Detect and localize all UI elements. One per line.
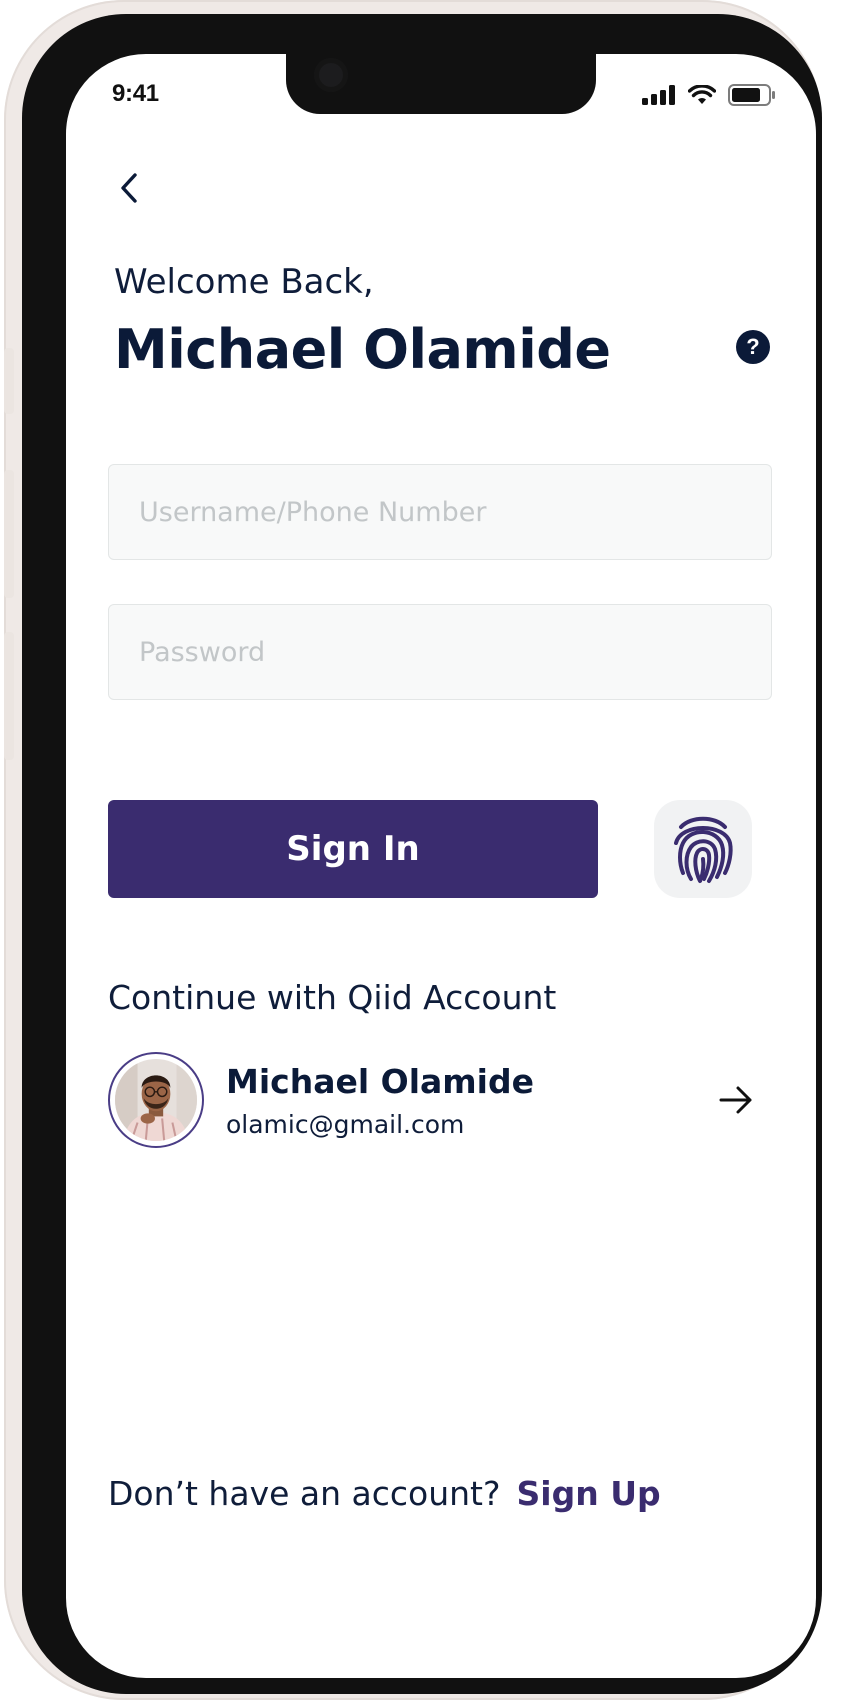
qiid-section-label: Continue with Qiid Account — [108, 978, 557, 1017]
chevron-left-icon — [121, 173, 137, 203]
phone-bezel: 9:41 Welcome Back, Michael Olamide ? Use… — [22, 14, 822, 1694]
account-email: olamic@gmail.com — [226, 1110, 465, 1139]
phone-screen: 9:41 Welcome Back, Michael Olamide ? Use… — [66, 54, 816, 1678]
page-title: Michael Olamide — [114, 318, 611, 381]
avatar — [108, 1052, 204, 1148]
qiid-account-item[interactable]: Michael Olamide olamic@gmail.com — [108, 1052, 776, 1156]
battery-icon — [728, 84, 776, 110]
status-time: 9:41 — [112, 80, 159, 107]
avatar-photo — [115, 1059, 197, 1141]
username-input[interactable] — [108, 464, 772, 560]
sign-in-button[interactable]: Sign In — [108, 800, 598, 898]
mute-switch — [4, 348, 14, 414]
cellular-signal-icon — [642, 85, 676, 109]
signup-prompt-text: Don’t have an account? — [108, 1474, 501, 1513]
question-mark-icon[interactable]: ? — [736, 330, 770, 364]
signup-prompt: Don’t have an account? Sign Up — [108, 1474, 661, 1513]
status-icons — [642, 84, 776, 110]
arrow-right-icon[interactable] — [718, 1084, 754, 1116]
back-button[interactable] — [114, 168, 144, 208]
notch — [286, 54, 596, 114]
front-camera — [314, 58, 348, 92]
phone-frame: 9:41 Welcome Back, Michael Olamide ? Use… — [4, 0, 822, 1700]
fingerprint-icon — [674, 816, 733, 883]
password-input[interactable] — [108, 604, 772, 700]
sign-up-link[interactable]: Sign Up — [517, 1474, 661, 1513]
wifi-icon — [687, 84, 717, 109]
welcome-greeting: Welcome Back, — [114, 262, 374, 302]
volume-down-button — [4, 632, 14, 760]
volume-up-button — [4, 470, 14, 598]
account-name: Michael Olamide — [226, 1062, 534, 1101]
biometric-login-button[interactable] — [654, 800, 752, 898]
